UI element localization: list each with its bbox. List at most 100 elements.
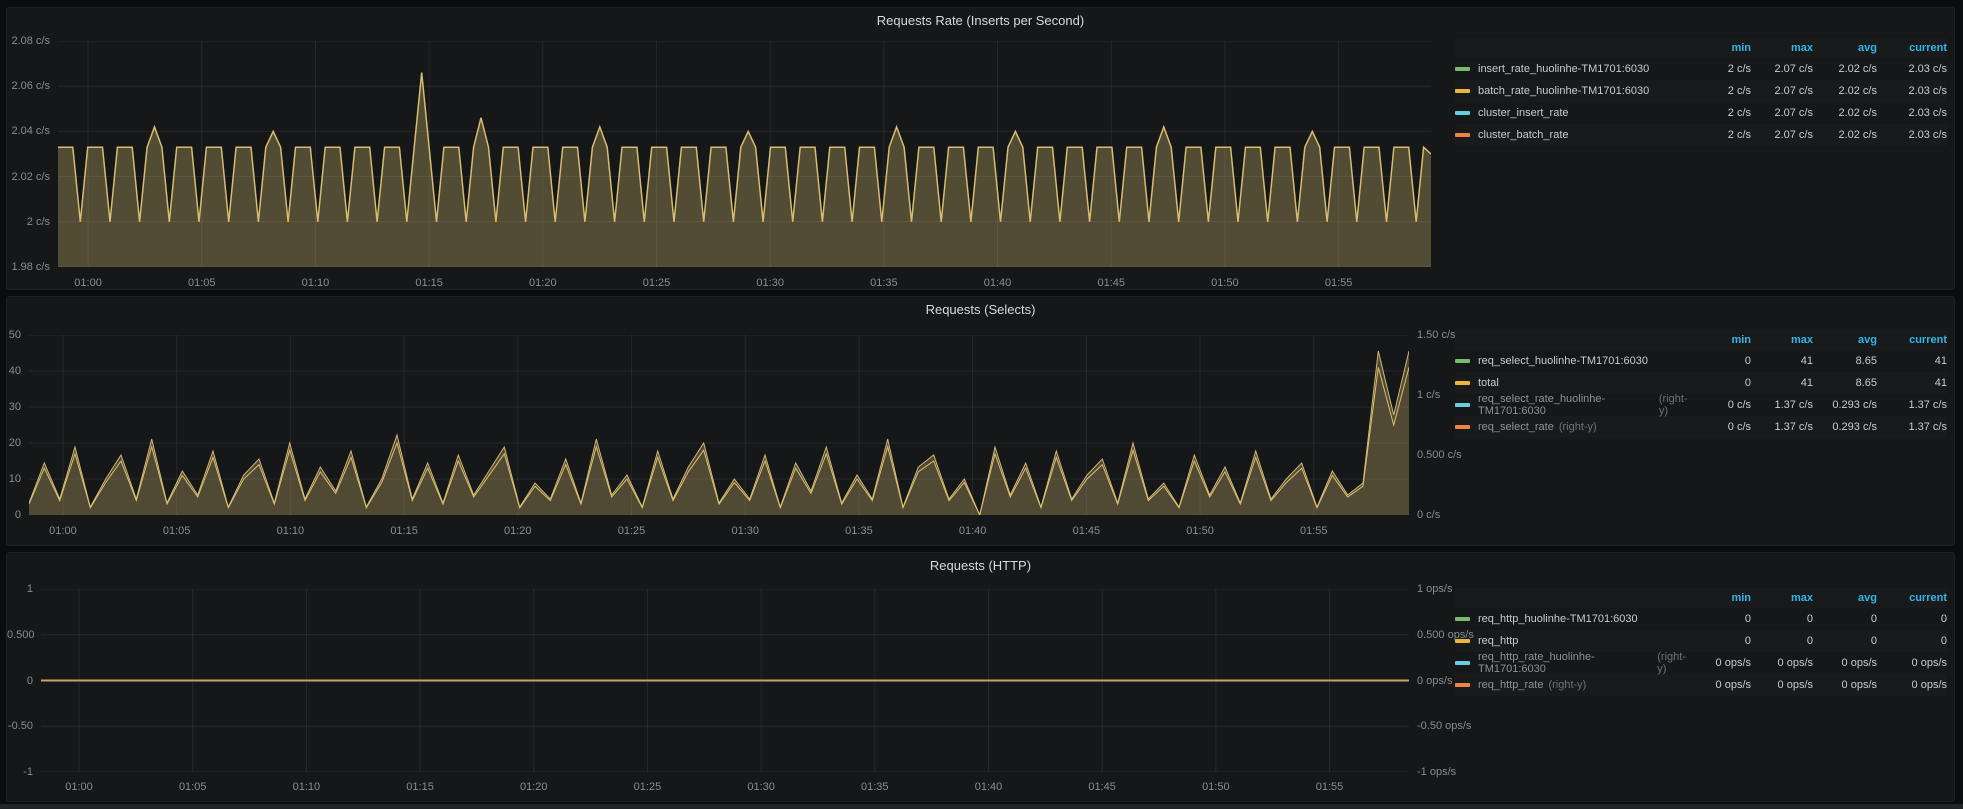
plot-area[interactable] [29, 335, 1409, 515]
legend-series-toggle[interactable]: batch_rate_huolinhe-TM1701:6030 [1455, 85, 1693, 97]
x-axis-label: 01:55 [1325, 276, 1353, 290]
legend: minmaxavgcurrent req_http_huolinhe-TM1701… [1455, 588, 1947, 696]
x-axis-label: 01:55 [1300, 524, 1328, 538]
y-axis-label: 2.04 c/s [7, 124, 50, 138]
legend-header-row: minmaxavgcurrent [1455, 588, 1947, 608]
legend-series-toggle[interactable]: req_http [1455, 635, 1693, 647]
legend-row: total0418.6541 [1455, 372, 1947, 394]
y-axis-label: 2.08 c/s [7, 34, 50, 48]
right-axis-label: 0 ops/s [1417, 674, 1452, 688]
legend-swatch [1455, 617, 1470, 621]
legend-header-max[interactable]: max [1751, 592, 1813, 604]
x-axis-label: 01:20 [529, 276, 557, 290]
right-axis-label: 0.500 c/s [1417, 448, 1462, 462]
legend-value: 2 c/s [1693, 85, 1751, 97]
legend-header-current[interactable]: current [1877, 334, 1947, 346]
panel-title[interactable]: Requests (HTTP) [7, 558, 1954, 573]
legend-series-toggle[interactable]: cluster_insert_rate [1455, 107, 1693, 119]
right-axis-label: 0 c/s [1417, 508, 1440, 522]
legend-series-toggle[interactable]: req_http_rate(right-y) [1455, 679, 1693, 691]
plot-area[interactable] [58, 41, 1431, 267]
x-axis-label: 01:55 [1316, 780, 1344, 794]
legend-value: 1.37 c/s [1877, 421, 1947, 433]
legend-value: 2.02 c/s [1813, 107, 1877, 119]
legend-header-current[interactable]: current [1877, 592, 1947, 604]
legend-value: 0 ops/s [1751, 657, 1813, 669]
legend-header-avg[interactable]: avg [1813, 334, 1877, 346]
legend-swatch [1455, 381, 1470, 385]
legend-series-toggle[interactable]: req_select_huolinhe-TM1701:6030 [1455, 355, 1693, 367]
chart-svg [29, 335, 1409, 515]
panel-requests-selects: Requests (Selects) minmaxavgcurrent req_s… [6, 296, 1955, 546]
legend-series-toggle[interactable]: req_select_rate(right-y) [1455, 421, 1693, 433]
legend-series-name: cluster_batch_rate [1478, 129, 1569, 141]
legend-value: 2 c/s [1693, 107, 1751, 119]
legend-value: 2.03 c/s [1877, 129, 1947, 141]
legend-swatch [1455, 133, 1470, 137]
right-axis-label: -0.50 ops/s [1417, 719, 1471, 733]
x-axis-label: 01:30 [756, 276, 784, 290]
legend-header-min[interactable]: min [1693, 592, 1751, 604]
legend-series-name: req_select_huolinhe-TM1701:6030 [1478, 355, 1648, 367]
legend-value: 0 [1877, 635, 1947, 647]
x-axis-label: 01:30 [747, 780, 775, 794]
x-axis-label: 01:15 [406, 780, 434, 794]
panel-title[interactable]: Requests (Selects) [7, 302, 1954, 317]
legend-value: 2.03 c/s [1877, 85, 1947, 97]
legend-value: 0 c/s [1693, 421, 1751, 433]
legend-series-toggle[interactable]: req_http_huolinhe-TM1701:6030 [1455, 613, 1693, 625]
y-axis-label: 1.98 c/s [7, 260, 50, 274]
x-axis-label: 01:10 [277, 524, 305, 538]
legend-header-current[interactable]: current [1877, 42, 1947, 54]
legend-value: 2.02 c/s [1813, 63, 1877, 75]
legend-header-min[interactable]: min [1693, 334, 1751, 346]
legend-series-name: req_http_rate_huolinhe-TM1701:6030 [1478, 651, 1652, 675]
panel-title[interactable]: Requests Rate (Inserts per Second) [7, 13, 1954, 28]
legend-series-axis-note: (right-y) [1657, 651, 1693, 675]
legend-header-avg[interactable]: avg [1813, 42, 1877, 54]
legend-value: 0 [1693, 377, 1751, 389]
legend-row: req_http_rate_huolinhe-TM1701:6030(right… [1455, 652, 1947, 674]
plot-area[interactable] [41, 589, 1409, 772]
y-axis-label: 2.02 c/s [7, 170, 50, 184]
legend: minmaxavgcurrent req_select_huolinhe-TM17… [1455, 330, 1947, 438]
x-axis-label: 01:45 [1073, 524, 1101, 538]
legend-swatch [1455, 425, 1470, 429]
legend-header-max[interactable]: max [1751, 334, 1813, 346]
x-axis-label: 01:25 [643, 276, 671, 290]
legend-header-min[interactable]: min [1693, 42, 1751, 54]
legend-series-toggle[interactable]: req_select_rate_huolinhe-TM1701:6030(rig… [1455, 393, 1693, 417]
legend-header-row: minmaxavgcurrent [1455, 38, 1947, 58]
legend-swatch [1455, 683, 1470, 687]
legend-series-name: req_http_rate [1478, 679, 1543, 691]
legend-value: 0.293 c/s [1813, 399, 1877, 411]
x-axis-label: 01:30 [731, 524, 759, 538]
legend-series-toggle[interactable]: cluster_batch_rate [1455, 129, 1693, 141]
legend-row: cluster_insert_rate2 c/s2.07 c/s2.02 c/s… [1455, 102, 1947, 124]
legend-value: 2.07 c/s [1751, 63, 1813, 75]
legend-series-toggle[interactable]: insert_rate_huolinhe-TM1701:6030 [1455, 63, 1693, 75]
legend-value: 0 [1693, 635, 1751, 647]
next-panel-row-edge [0, 804, 1963, 809]
y-axis-label: 0 [7, 508, 21, 522]
legend-value: 8.65 [1813, 355, 1877, 367]
legend-header-avg[interactable]: avg [1813, 592, 1877, 604]
y-axis-label: 50 [7, 328, 21, 342]
y-axis-label: 2 c/s [7, 215, 50, 229]
legend-series-name: cluster_insert_rate [1478, 107, 1569, 119]
legend-row: cluster_batch_rate2 c/s2.07 c/s2.02 c/s2… [1455, 124, 1947, 146]
legend-series-name: req_select_rate [1478, 421, 1554, 433]
legend-series-toggle[interactable]: total [1455, 377, 1693, 389]
chart-svg [58, 41, 1431, 267]
legend-series-name: req_http_huolinhe-TM1701:6030 [1478, 613, 1638, 625]
x-axis-label: 01:20 [520, 780, 548, 794]
legend-value: 2.03 c/s [1877, 107, 1947, 119]
panel-requests-rate-inserts: Requests Rate (Inserts per Second) minma… [6, 7, 1955, 290]
legend-value: 1.37 c/s [1751, 399, 1813, 411]
legend-swatch [1455, 661, 1470, 665]
y-axis-label: 30 [7, 400, 21, 414]
legend-value: 1.37 c/s [1877, 399, 1947, 411]
legend-header-max[interactable]: max [1751, 42, 1813, 54]
legend-series-toggle[interactable]: req_http_rate_huolinhe-TM1701:6030(right… [1455, 651, 1693, 675]
legend-value: 41 [1751, 355, 1813, 367]
